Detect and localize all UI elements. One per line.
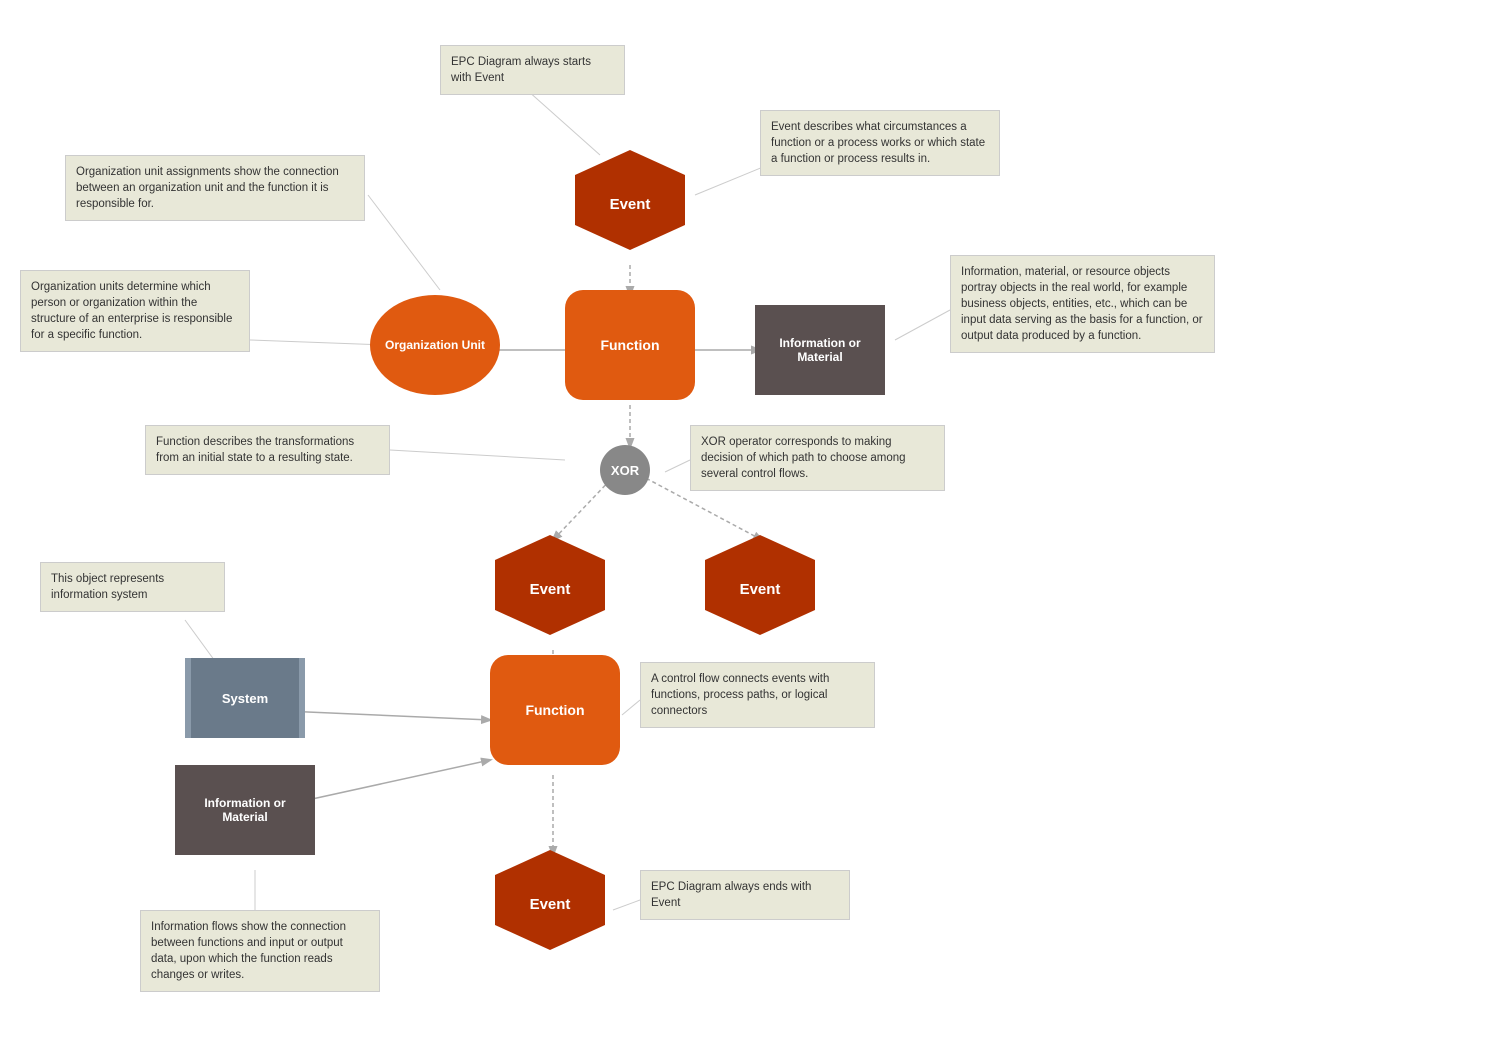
system-node: System [185, 658, 305, 738]
event-top-shape: Event [570, 145, 690, 255]
annotation-system-desc: This object represents information syste… [40, 562, 225, 612]
svg-text:Event: Event [530, 581, 571, 598]
event-top-container: Event [570, 145, 690, 258]
info-bottom-container: Information or Material [175, 765, 315, 855]
xor-node: XOR [600, 445, 650, 495]
event-left-container: Event [490, 530, 610, 643]
annotation-org-assignment: Organization unit assignments show the c… [65, 155, 365, 221]
svg-text:Event: Event [610, 196, 651, 213]
svg-text:Event: Event [740, 581, 781, 598]
org-unit: Organization Unit [370, 295, 500, 395]
event-left-shape: Event [490, 530, 610, 640]
function-main: Function [565, 290, 695, 400]
svg-text:Event: Event [530, 896, 571, 913]
annotation-org-unit-desc: Organization units determine which perso… [20, 270, 250, 352]
event-right-shape: Event [700, 530, 820, 640]
annotation-info-flows: Information flows show the connection be… [140, 910, 380, 992]
annotation-info-material: Information, material, or resource objec… [950, 255, 1215, 353]
info-main: Information or Material [755, 305, 885, 395]
event-bottom-shape: Event [490, 845, 610, 955]
annotation-epc-ends: EPC Diagram always ends with Event [640, 870, 850, 920]
system-container: System [185, 658, 305, 738]
annotation-control-flow: A control flow connects events with func… [640, 662, 875, 728]
info-main-container: Information or Material [755, 305, 885, 395]
function-bottom-container: Function [490, 655, 620, 765]
org-unit-container: Organization Unit [370, 295, 500, 395]
annotation-xor-desc: XOR operator corresponds to making decis… [690, 425, 945, 491]
annotation-function-desc: Function describes the transformations f… [145, 425, 390, 475]
annotation-epc-starts: EPC Diagram always starts with Event [440, 45, 625, 95]
xor-container: XOR [600, 445, 650, 495]
info-bottom: Information or Material [175, 765, 315, 855]
event-right-container: Event [700, 530, 820, 643]
annotation-event-desc: Event describes what circumstances a fun… [760, 110, 1000, 176]
function-main-container: Function [565, 290, 695, 400]
diagram: EPC Diagram always starts with Event Eve… [0, 0, 1500, 1049]
function-bottom: Function [490, 655, 620, 765]
event-bottom-container: Event [490, 845, 610, 958]
